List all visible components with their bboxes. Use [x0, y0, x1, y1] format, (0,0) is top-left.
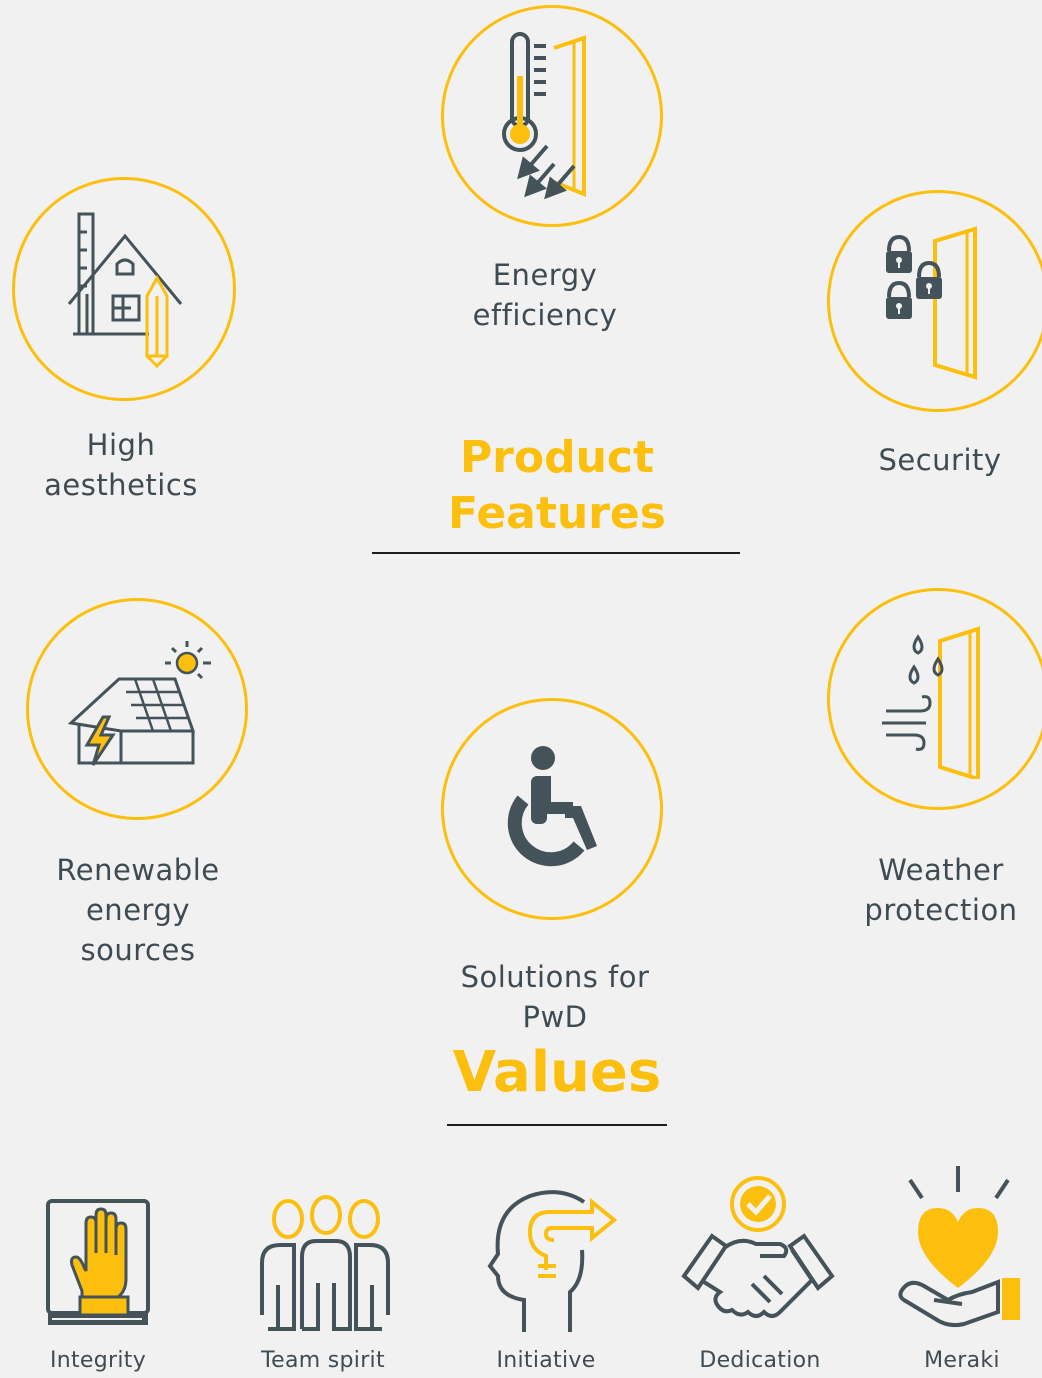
- rain-wind-door-icon: [882, 626, 980, 779]
- solar-house-icon: [67, 641, 211, 766]
- house-design-icon: [67, 212, 183, 369]
- padlocks-door-icon: [886, 226, 977, 380]
- high-aesthetics-label: High aesthetics: [44, 428, 198, 502]
- features-heading: Product Features: [448, 432, 666, 539]
- renewable-energy-circle: [26, 598, 248, 820]
- weather-protection-label: Weather protection: [864, 853, 1018, 927]
- team-people-icon: [260, 1195, 390, 1331]
- security-label: Security: [878, 443, 1002, 477]
- values-heading: Values: [452, 1040, 662, 1105]
- energy-efficiency-label: Energy efficiency: [472, 258, 618, 332]
- thermometer-door-icon: [502, 32, 586, 200]
- values-divider: [447, 1124, 667, 1126]
- features-divider: [372, 552, 740, 554]
- pwd-circle: [441, 698, 663, 920]
- pwd-label: Solutions for PwD: [460, 960, 650, 1034]
- value-integrity: Integrity: [49, 1348, 147, 1373]
- value-initiative: Initiative: [496, 1348, 596, 1373]
- hand-book-icon: [46, 1199, 150, 1325]
- value-dedication: Dedication: [699, 1348, 821, 1373]
- heart-hand-icon: [898, 1166, 1020, 1328]
- value-meraki: Meraki: [924, 1348, 1000, 1373]
- value-team-spirit: Team spirit: [261, 1348, 385, 1373]
- high-aesthetics-circle: [12, 177, 236, 401]
- head-idea-arrow-icon: [487, 1190, 618, 1332]
- renewable-energy-label: Renewable energy sources: [56, 853, 220, 967]
- handshake-check-icon: [681, 1176, 835, 1318]
- security-circle: [827, 190, 1042, 412]
- wheelchair-icon: [507, 746, 597, 867]
- energy-efficiency-circle: [441, 5, 663, 227]
- weather-protection-circle: [827, 588, 1042, 810]
